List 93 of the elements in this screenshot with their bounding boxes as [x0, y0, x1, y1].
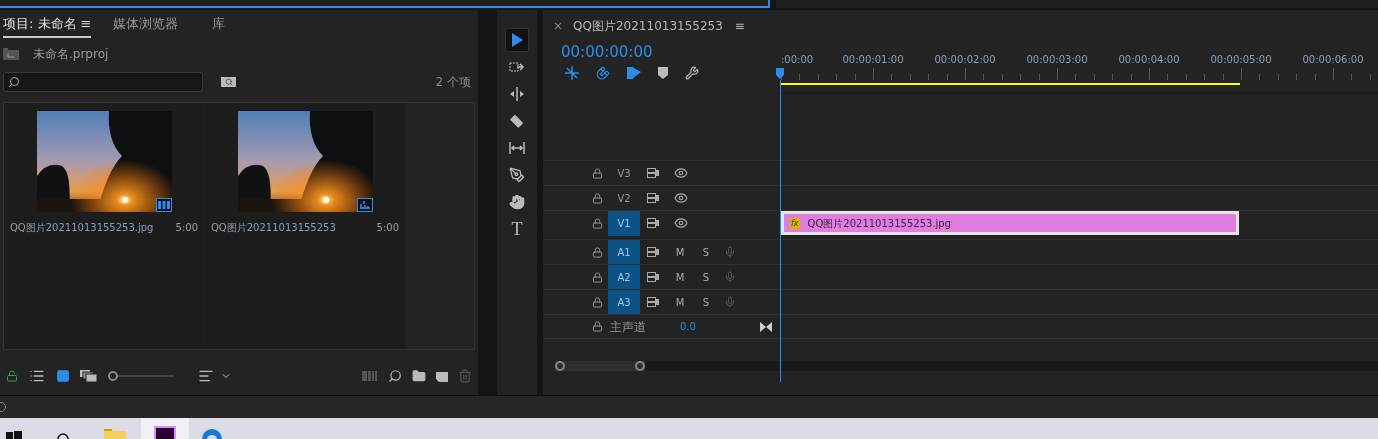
master-track-label: 主声道	[610, 318, 646, 336]
nest-icon[interactable]	[565, 66, 579, 80]
new-item-icon[interactable]	[436, 370, 448, 382]
lock-icon[interactable]	[592, 192, 603, 204]
solo-button[interactable]: S	[701, 294, 711, 310]
lock-icon[interactable]	[592, 296, 603, 308]
lock-icon[interactable]	[592, 321, 603, 332]
media-name: QQ图片20211013155253	[211, 221, 336, 235]
eye-icon[interactable]	[674, 166, 688, 180]
track-target[interactable]: A2	[608, 264, 640, 290]
solo-button[interactable]: S	[701, 269, 711, 285]
settings-icon[interactable]	[685, 66, 699, 80]
media-name: QQ图片20211013155253.jpg	[10, 221, 154, 235]
menu-icon[interactable]: ≡	[80, 13, 92, 33]
hand-tool-icon	[509, 194, 525, 210]
track-target[interactable]: A3	[608, 289, 640, 315]
menu-icon[interactable]: ≡	[734, 17, 745, 35]
pen-tool-icon	[509, 167, 525, 183]
item-count: 2 个项	[435, 74, 471, 91]
eye-icon[interactable]	[674, 191, 688, 205]
new-bin-icon[interactable]	[412, 369, 426, 383]
sync-lock-icon[interactable]	[647, 168, 660, 178]
list-view-icon[interactable]	[28, 368, 46, 384]
windows-start-icon[interactable]	[6, 431, 22, 439]
lock-icon[interactable]	[592, 167, 603, 179]
track-target[interactable]: V3	[608, 160, 640, 186]
timecode[interactable]: 00:00:00:00	[561, 43, 780, 61]
panel-tab[interactable]: 项目: 未命名 ≡	[3, 13, 92, 38]
search-icon[interactable]	[388, 369, 402, 383]
taskbar-app-button[interactable]	[141, 418, 189, 439]
media-duration: 5:00	[175, 221, 198, 235]
marker-icon[interactable]	[658, 67, 668, 79]
type-tool[interactable]: T	[505, 217, 529, 241]
icon-view-icon[interactable]	[56, 369, 70, 383]
select-tool-icon	[509, 32, 525, 48]
media-item[interactable]: QQ图片20211013155253.jpg 5:00	[4, 103, 204, 349]
sync-lock-icon[interactable]	[647, 247, 660, 257]
track-select-tool-icon	[509, 59, 525, 75]
panel-tab[interactable]: 媒体浏览器	[113, 13, 179, 38]
linked-selection-icon[interactable]	[627, 66, 641, 80]
mute-button[interactable]: M	[674, 244, 686, 260]
sync-lock-icon[interactable]	[647, 272, 660, 282]
search-field[interactable]	[3, 72, 203, 92]
media-item[interactable]: QQ图片20211013155253 5:00	[205, 103, 405, 349]
lock-icon[interactable]	[6, 370, 18, 382]
ruler-label: 00:00:05:00	[1210, 53, 1272, 67]
sync-lock-icon[interactable]	[647, 297, 660, 307]
lock-icon[interactable]	[592, 246, 603, 258]
lock-icon[interactable]	[592, 217, 603, 229]
select-tool[interactable]	[505, 28, 529, 52]
panel-tab[interactable]: 库	[212, 13, 226, 38]
mute-button[interactable]: M	[674, 269, 686, 285]
search-bin-icon[interactable]	[221, 77, 236, 87]
playhead-handle[interactable]	[776, 68, 784, 79]
freeform-view-icon[interactable]	[80, 370, 98, 382]
premiere-app-icon	[154, 426, 176, 439]
sequence-tab[interactable]: QQ图片20211013155253	[573, 17, 723, 35]
solo-button[interactable]: S	[701, 244, 711, 260]
mute-button[interactable]: M	[674, 294, 686, 310]
lock-icon[interactable]	[592, 271, 603, 283]
slider-thumb[interactable]	[108, 371, 118, 381]
browser-icon[interactable]	[201, 429, 223, 439]
search-icon[interactable]	[56, 431, 70, 439]
ruler-label: 00:00:04:00	[1118, 53, 1180, 67]
magnet-icon[interactable]	[596, 66, 610, 80]
media-duration: 5:00	[376, 221, 399, 235]
sync-lock-icon[interactable]	[647, 193, 660, 203]
search-icon	[8, 76, 20, 88]
clip-name: QQ图片20211013155253.jpg	[807, 216, 952, 231]
ruler-label: 00:00:02:00	[934, 53, 996, 67]
fx-badge: fx	[790, 217, 800, 229]
time-ruler[interactable]: :00:00 00:00:01:00 00:00:02:00 00:00:03:00 00:00:04:00 00:00:05:00 00:00:06:00	[780, 38, 1378, 94]
slip-tool-icon	[509, 140, 525, 156]
ruler-label: 00:00:03:00	[1026, 53, 1088, 67]
track-target[interactable]: A1	[608, 239, 640, 265]
ripple-tool-icon	[509, 86, 525, 102]
ruler-label: 00:00:06:00	[1302, 53, 1364, 67]
type-tool-icon: T	[511, 220, 523, 238]
sync-lock-icon[interactable]	[647, 218, 660, 228]
track-target[interactable]: V1	[608, 210, 640, 236]
close-button[interactable]: ×	[553, 17, 564, 35]
folder-up-icon[interactable]	[3, 48, 19, 60]
timeline-clip[interactable]: fx QQ图片20211013155253.jpg	[781, 211, 1239, 235]
eye-icon[interactable]	[674, 216, 688, 230]
bowtie-icon[interactable]	[760, 321, 772, 332]
ruler-label: :00:00	[781, 53, 814, 67]
project-filename: 未命名.prproj	[33, 46, 109, 63]
horizontal-scrollbar[interactable]	[555, 361, 1378, 371]
sort-icon[interactable]	[198, 368, 214, 384]
zoom-slider[interactable]	[108, 370, 174, 382]
track-target[interactable]: V2	[608, 185, 640, 211]
master-volume[interactable]: 0.0	[680, 319, 696, 334]
ruler-label: 00:00:01:00	[842, 53, 904, 67]
